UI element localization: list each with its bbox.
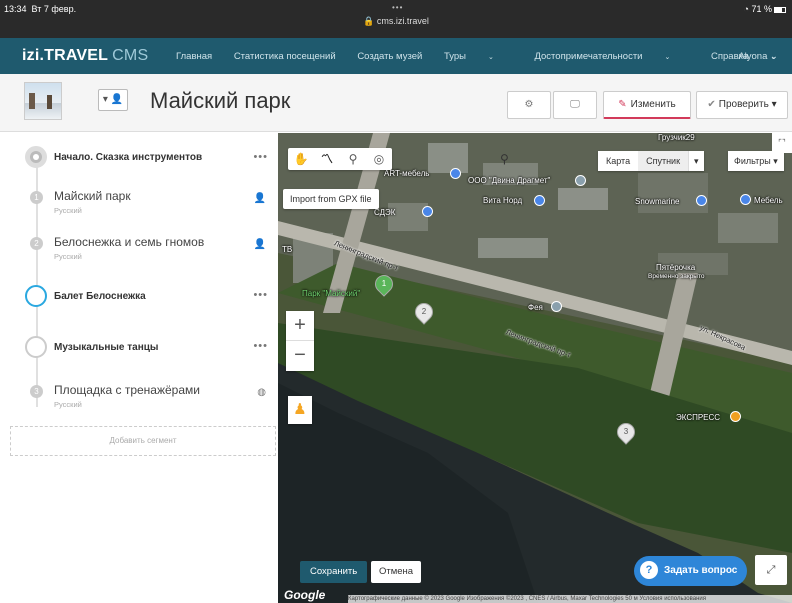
drawing-toolbar: ✋ 〽 ⚲ ◎ [288, 148, 392, 170]
gpx-import-tooltip[interactable]: Import from GPX file [283, 189, 379, 209]
satellite-map[interactable]: ART-мебель ООО "Двина Драгмет" Вита Норд… [278, 133, 792, 603]
google-logo: Google [284, 588, 326, 602]
help-icon: ? [640, 561, 658, 580]
poi-marker-icon[interactable] [534, 195, 545, 206]
chevron-down-icon: ⌄ [664, 54, 671, 61]
poi-marker-icon[interactable] [575, 175, 586, 186]
poi-marker-icon[interactable] [730, 411, 741, 422]
battery-indicator: ◔ 71 % [744, 4, 786, 14]
poi-marker-icon[interactable] [696, 195, 707, 206]
nav-statistics[interactable]: Статистика посещений [234, 51, 336, 62]
preview-button[interactable]: 🖵 [553, 91, 597, 119]
settings-button[interactable]: ⚙ [507, 91, 551, 119]
zoom-in-button[interactable]: + [286, 311, 314, 341]
poi-marker-icon[interactable] [422, 206, 433, 217]
satellite-type-button[interactable]: Спутник [638, 151, 689, 171]
battery-icon [774, 6, 786, 13]
map-label: Мебель [754, 196, 783, 205]
tour-header: ▾ 👤 Майский парк ⚙ 🖵 ✎ Изменить ✔ Проверит… [0, 74, 792, 132]
segment-item[interactable]: Музыкальные танцы ••• [0, 336, 278, 360]
add-segment-button[interactable]: Добавить сегмент [10, 426, 276, 456]
start-node-icon [25, 146, 47, 168]
map-label: ART-мебель [384, 169, 430, 178]
izi-travel-logo[interactable]: izi.TRAVEL CMS [22, 47, 148, 65]
nav-sights[interactable]: Достопримечательности ⌄ [534, 51, 689, 62]
map-label: Грузчик29 [658, 133, 695, 142]
expand-icon[interactable]: ⤢ [755, 555, 787, 585]
list-item[interactable]: 2 Белоснежка и семь гномов Русский 👤 [0, 231, 278, 263]
chevron-down-icon: ⌄ [767, 51, 778, 62]
nav-create-museum[interactable]: Создать музей [357, 51, 422, 62]
map-type-control: Карта Спутник ▾ [598, 151, 704, 171]
user-menu[interactable]: Alyona ⌄ [738, 51, 778, 62]
cancel-button[interactable]: Отмена [371, 561, 422, 583]
compass-tool-icon[interactable]: ◎ [366, 148, 392, 170]
poi-marker-icon[interactable] [450, 168, 461, 179]
item-number: 3 [30, 385, 43, 398]
globe-icon[interactable]: ◍ [257, 387, 266, 398]
user-icon[interactable]: 👤 [254, 193, 266, 204]
poi-marker-icon[interactable] [740, 194, 751, 205]
zoom-control: + − [286, 311, 314, 371]
filters-button[interactable]: Фильтры ▾ [728, 151, 784, 171]
address-bar[interactable]: 🔒 cms.izi.travel [0, 16, 792, 27]
hand-tool-icon[interactable]: ✋ [288, 148, 314, 170]
chevron-down-icon: ⌄ [487, 54, 494, 61]
map-label: ООО "Двина Драгмет" [468, 176, 551, 185]
map-label: Snowmarine [635, 197, 680, 206]
check-button[interactable]: ✔ Проверить ▾ [696, 91, 788, 119]
user-icon: 👤 [110, 94, 124, 105]
save-button[interactable]: Сохранить [300, 561, 368, 583]
author-dropdown-button[interactable]: ▾ 👤 [98, 89, 128, 111]
checkmark-icon: ✔ [707, 99, 716, 110]
url-text: cms.izi.travel [376, 16, 429, 26]
multitask-dots[interactable]: ••• [392, 3, 403, 12]
chevron-down-icon: ▾ [102, 94, 108, 105]
map-copyright: Картографические данные © 2023 Google Из… [348, 595, 792, 603]
map-label: Пятёрочка [656, 263, 696, 272]
segment-menu-button[interactable]: ••• [253, 340, 268, 352]
page-title: Майский парк [150, 88, 291, 113]
poi-marker-icon[interactable] [551, 301, 562, 312]
item-number: 1 [30, 191, 43, 204]
segment-node-icon [25, 285, 47, 307]
pin-tool-icon[interactable]: ⚲ [340, 148, 366, 170]
segment-item[interactable]: Балет Белоснежка ••• [0, 285, 278, 309]
status-time: 13:34 Вт 7 февр. [4, 4, 77, 14]
map-label: Вита Норд [483, 196, 523, 205]
nav-tours[interactable]: Туры ⌄ [444, 51, 513, 62]
segment-node-icon [25, 336, 47, 358]
ios-status-bar: 13:34 Вт 7 февр. ••• 🔒 cms.izi.travel ◔ … [0, 0, 792, 38]
search-icon[interactable]: ⚲ [500, 152, 509, 166]
chevron-down-icon[interactable]: ▾ [688, 151, 704, 171]
edit-icon: ✎ [618, 99, 627, 110]
street-view-pegman-icon[interactable]: ♟ [288, 396, 312, 424]
map-label: Парк "Майский" [302, 289, 361, 298]
zoom-out-button[interactable]: − [286, 341, 314, 371]
gear-icon: ⚙ [524, 99, 534, 110]
edit-button[interactable]: ✎ Изменить [603, 91, 691, 119]
tour-sidebar: Начало. Сказка инструментов ••• 1 Майски… [0, 133, 278, 603]
list-item[interactable]: 1 Майский парк Русский 👤 [0, 185, 278, 217]
segment-menu-button[interactable]: ••• [253, 151, 268, 163]
fullscreen-corner-icon[interactable]: ⌜⌝ [772, 133, 792, 153]
map-label: СДЭК [374, 208, 396, 217]
tour-thumbnail[interactable] [24, 82, 62, 120]
map-type-button[interactable]: Карта [598, 151, 638, 171]
top-navigation: izi.TRAVEL CMS Главная Статистика посещен… [0, 38, 792, 74]
map-label: ЭКСПРЕСС [676, 413, 721, 422]
nav-home[interactable]: Главная [176, 51, 212, 62]
map-label: Фея [528, 303, 543, 312]
user-icon[interactable]: 👤 [254, 239, 266, 250]
ask-question-button[interactable]: ? Задать вопрос [634, 556, 748, 586]
map-label: ТВ [282, 245, 293, 254]
item-number: 2 [30, 237, 43, 250]
map-label: Временно закрыто [648, 273, 705, 280]
list-item[interactable]: 3 Площадка с тренажёрами Русский ◍ [0, 379, 278, 411]
segment-menu-button[interactable]: ••• [253, 289, 268, 301]
polyline-tool-icon[interactable]: 〽 [314, 148, 340, 170]
segment-item[interactable]: Начало. Сказка инструментов ••• [0, 145, 278, 169]
monitor-icon: 🖵 [570, 99, 580, 110]
